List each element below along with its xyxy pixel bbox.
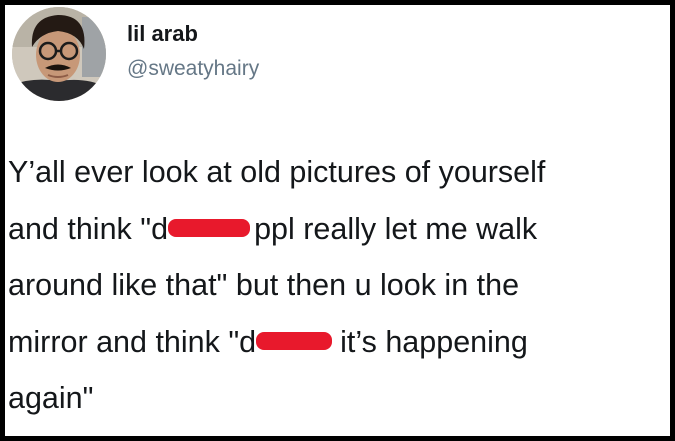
tweet-line-2-start: and think "d <box>8 211 169 246</box>
avatar-photo <box>12 7 106 101</box>
tweet-line-2: and think "d ppl really let me walk <box>8 201 660 258</box>
tweet-line-5: again" <box>8 381 94 415</box>
tweet-text: Y’all ever look at old pictures of yours… <box>8 144 660 427</box>
tweet-card: lil arab @sweatyhairy Y’all ever look at… <box>5 5 670 436</box>
tweet-line-2-end: ppl really let me walk <box>254 211 538 246</box>
redaction-mark <box>168 219 251 238</box>
tweet-line-4: mirror and think "d it’s happening <box>8 314 660 371</box>
avatar[interactable] <box>12 7 106 101</box>
display-name[interactable]: lil arab <box>127 21 198 47</box>
user-handle[interactable]: @sweatyhairy <box>127 56 259 82</box>
tweet-line-4-start: mirror and think "d <box>8 324 257 359</box>
tweet-line-1: Y’all ever look at old pictures of yours… <box>8 155 546 189</box>
tweet-line-4-end: it’s happening <box>340 324 528 359</box>
redaction-mark <box>256 332 333 351</box>
tweet-line-3: around like that" but then u look in the <box>8 268 520 302</box>
